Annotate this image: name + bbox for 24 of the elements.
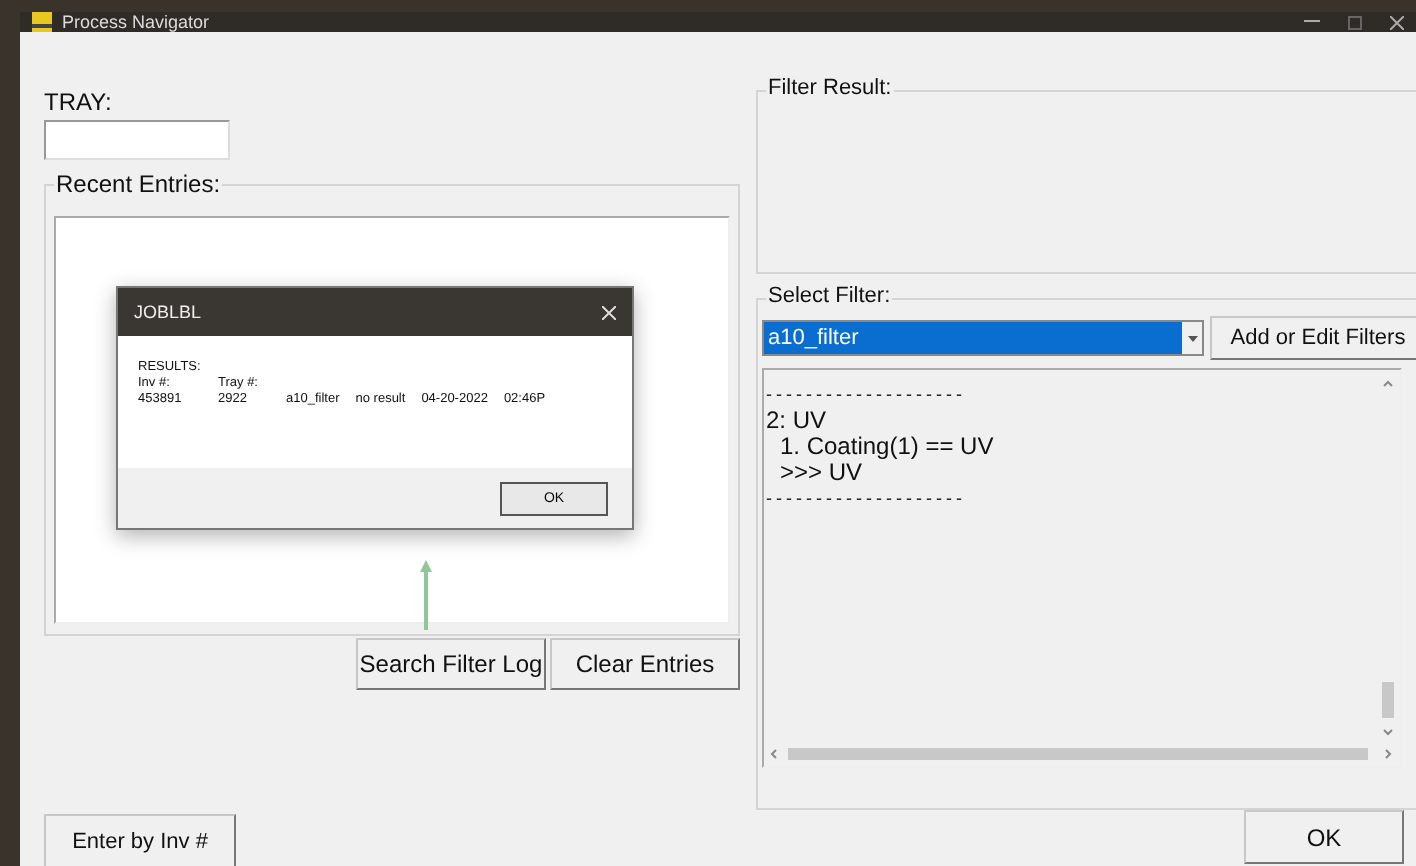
enter-by-inv-button[interactable]: Enter by Inv # [44,814,236,866]
log-line: -------------------- [766,382,968,408]
clear-button[interactable]: Clear Entries [550,638,740,690]
tray-label: TRAY: [44,88,114,116]
log-line: -------------------- [766,486,968,512]
window-title: Process Navigator [62,12,210,32]
recent-entries-label: Recent Entries: [54,170,223,198]
app-icon [32,12,52,32]
select-filter-label: Select Filter: [766,284,893,308]
filter-result-label: Filter Result: [766,76,894,100]
tray-field[interactable] [44,120,230,160]
log-line: >>> UV [778,460,863,486]
ok-button[interactable]: OK [1244,810,1404,864]
add-edit-filters-button[interactable]: Add or Edit Filters [1210,316,1416,360]
caret-icon [1187,335,1197,341]
search-log-button[interactable]: Search Filter Log [356,638,546,690]
close-icon[interactable] [1390,15,1404,29]
pointer-arrow [418,558,434,630]
filter-dropdown[interactable]: a10_filter [762,320,1204,356]
log-line: 1. Coating(1) == UV [778,434,996,460]
maximize-icon[interactable] [1348,15,1362,29]
log-line: 2: UV [766,408,829,434]
minimize-icon[interactable] [1304,20,1320,24]
dialog-title: JOBLBL [134,302,202,322]
